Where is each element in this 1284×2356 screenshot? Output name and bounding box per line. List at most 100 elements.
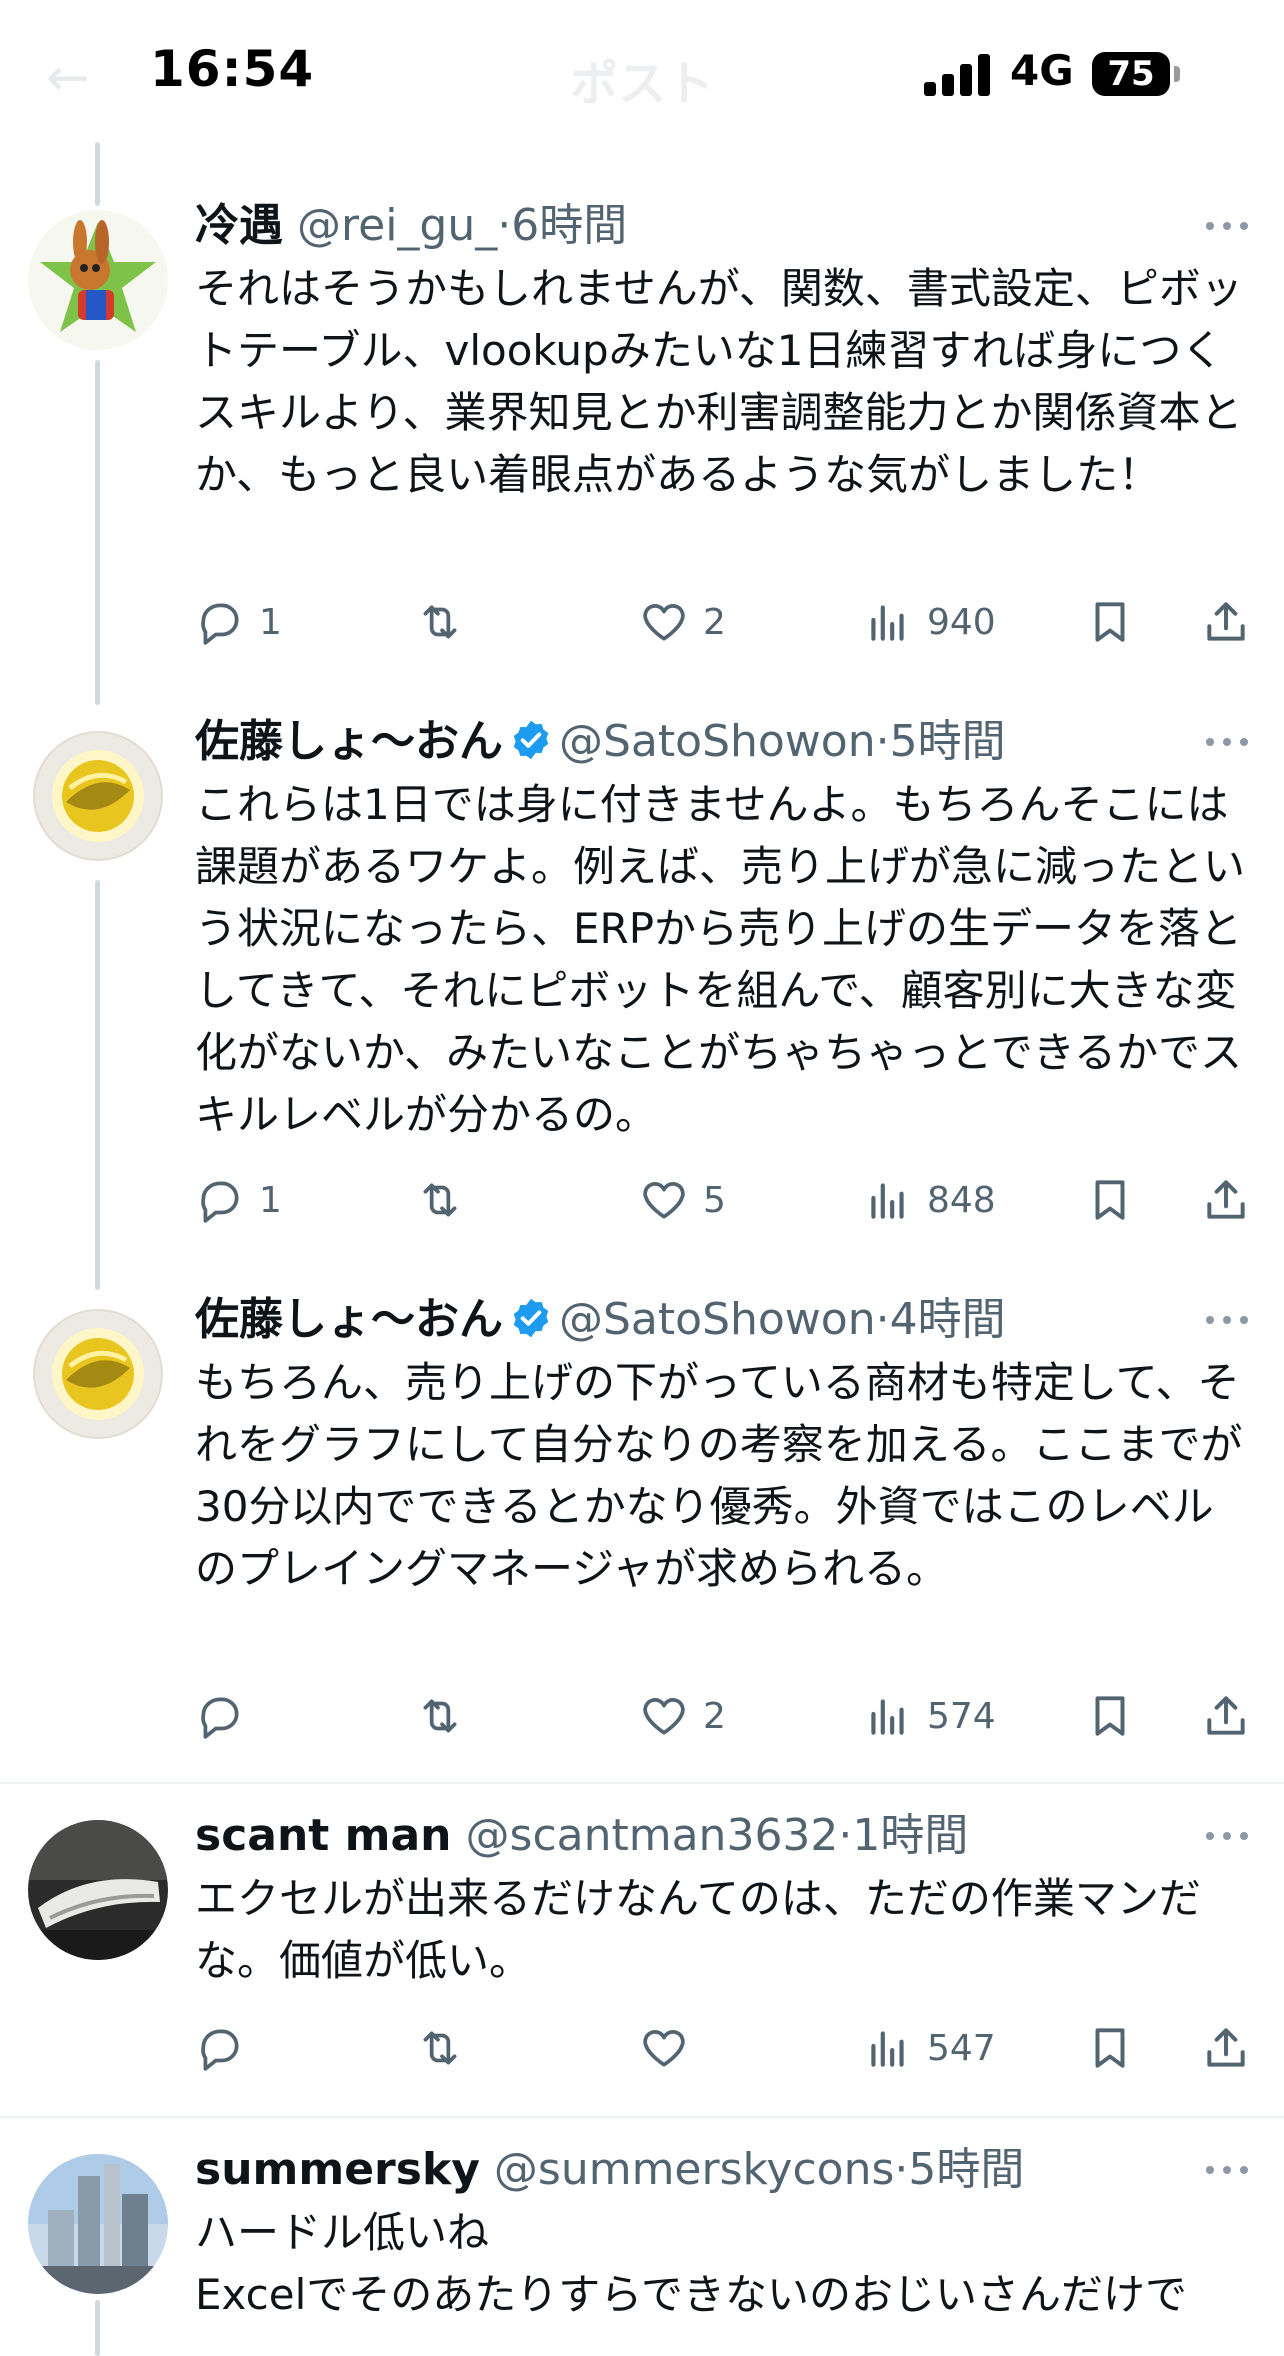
author-name[interactable]: summersky: [195, 2144, 480, 2195]
retweet-icon: [423, 2031, 457, 2065]
separator-dot: ·: [875, 1294, 890, 1345]
thread-line: [95, 142, 100, 206]
reply-count: 1: [259, 601, 282, 643]
divider: [0, 2116, 1284, 2118]
separator-dot: ·: [838, 1810, 853, 1861]
tweet-text: これらは1日では身に付きませんよ。もちろんそこには課題があるワケよ。例えば、売り…: [195, 780, 1246, 1139]
bookmark-icon: [1095, 1696, 1125, 1736]
views-button[interactable]: 574: [863, 1686, 996, 1746]
share-button[interactable]: [1201, 1686, 1251, 1746]
reply-count: 1: [259, 1179, 282, 1221]
more-icon[interactable]: [1202, 2160, 1252, 2180]
like-icon: [643, 604, 685, 641]
tweet-header: 佐藤しょ〜おん @SatoShowon·5時間: [195, 712, 1006, 772]
like-icon: [643, 2030, 685, 2067]
retweet-icon: [423, 1183, 457, 1217]
avatar[interactable]: [28, 210, 168, 350]
thread-line: [95, 360, 100, 705]
bookmark-button[interactable]: [1085, 1686, 1135, 1746]
views-icon: [871, 2031, 904, 2067]
views-button[interactable]: 547: [863, 2018, 996, 2078]
views-icon: [871, 1699, 904, 1735]
verified-badge-icon: [513, 1298, 549, 1338]
like-count: 2: [703, 1695, 726, 1737]
more-icon[interactable]: [1202, 216, 1252, 236]
view-count: 574: [927, 1695, 996, 1737]
reply-icon: [201, 1181, 239, 1223]
views-button[interactable]: 940: [863, 592, 996, 652]
reply-button[interactable]: 1: [195, 592, 282, 652]
more-icon[interactable]: [1202, 732, 1252, 752]
status-time: 16:54: [150, 40, 315, 98]
author-name[interactable]: 冷遇: [195, 200, 283, 251]
author-handle[interactable]: @SatoShowon: [559, 716, 876, 767]
share-icon: [1207, 1696, 1245, 1735]
author-name[interactable]: scant man: [195, 1810, 452, 1861]
reply-icon: [201, 1697, 239, 1739]
avatar[interactable]: [28, 726, 168, 866]
separator-dot: ·: [497, 200, 512, 251]
bookmark-button[interactable]: [1085, 1170, 1135, 1230]
reply-button[interactable]: [195, 2018, 259, 2078]
action-bar: 1 2 940: [195, 592, 1255, 652]
retweet-button[interactable]: [415, 2018, 479, 2078]
reply-button[interactable]: 1: [195, 1170, 282, 1230]
like-icon: [643, 1698, 685, 1735]
author-handle[interactable]: @scantman3632: [466, 1810, 839, 1861]
post-time[interactable]: 5時間: [890, 716, 1006, 767]
like-button[interactable]: 2: [639, 592, 726, 652]
post-time[interactable]: 1時間: [852, 1810, 968, 1861]
like-count: 5: [703, 1179, 726, 1221]
action-bar: 2 574: [195, 1686, 1255, 1746]
author-handle[interactable]: @summerskycons: [494, 2144, 895, 2195]
author-handle[interactable]: @SatoShowon: [559, 1294, 876, 1345]
like-button[interactable]: [639, 2018, 703, 2078]
views-icon: [871, 1183, 904, 1219]
share-button[interactable]: [1201, 2018, 1251, 2078]
tweet-text: それはそうかもしれませんが、関数、書式設定、ピボットテーブル、vlookupみた…: [195, 264, 1243, 499]
retweet-button[interactable]: [415, 592, 479, 652]
more-icon[interactable]: [1202, 1310, 1252, 1330]
avatar[interactable]: [28, 1304, 168, 1444]
like-button[interactable]: 5: [639, 1170, 726, 1230]
retweet-button[interactable]: [415, 1170, 479, 1230]
retweet-icon: [423, 1699, 457, 1733]
share-button[interactable]: [1201, 1170, 1251, 1230]
avatar[interactable]: [28, 2154, 168, 2294]
like-count: 2: [703, 601, 726, 643]
more-icon[interactable]: [1202, 1826, 1252, 1846]
tweet-text: エクセルが出来るだけなんてのは、ただの作業マンだな。価値が低い。: [195, 1874, 1201, 1985]
bookmark-button[interactable]: [1085, 592, 1135, 652]
retweet-icon: [423, 605, 457, 639]
post-time[interactable]: 6時間: [511, 200, 627, 251]
retweet-button[interactable]: [415, 1686, 479, 1746]
share-button[interactable]: [1201, 592, 1251, 652]
tweet-header: summersky @summerskycons·5時間: [195, 2140, 1024, 2200]
avatar[interactable]: [28, 1820, 168, 1960]
view-count: 547: [927, 2027, 996, 2069]
status-bar: ← ポスト 16:54 4G 75: [0, 0, 1284, 142]
post-time[interactable]: 4時間: [890, 1294, 1006, 1345]
bookmark-button[interactable]: [1085, 2018, 1135, 2078]
separator-dot: ·: [894, 2144, 909, 2195]
author-name[interactable]: 佐藤しょ〜おん: [195, 716, 503, 767]
views-button[interactable]: 848: [863, 1170, 996, 1230]
reply-button[interactable]: [195, 1686, 259, 1746]
action-bar: 547: [195, 2018, 1255, 2078]
author-handle[interactable]: @rei_gu_: [297, 200, 497, 251]
author-name[interactable]: 佐藤しょ〜おん: [195, 1294, 503, 1345]
reply-icon: [201, 2029, 239, 2071]
tweet-text: ハードル低いね Excelでそのあたりすらできないのおじいさんだけで: [195, 2208, 1187, 2319]
post-time[interactable]: 5時間: [908, 2144, 1024, 2195]
like-icon: [643, 1182, 685, 1219]
share-icon: [1207, 1180, 1245, 1219]
bookmark-icon: [1095, 2028, 1125, 2068]
like-button[interactable]: 2: [639, 1686, 726, 1746]
separator-dot: ·: [875, 716, 890, 767]
reply-icon: [201, 603, 239, 645]
view-count: 848: [927, 1179, 996, 1221]
views-icon: [871, 605, 904, 641]
bookmark-icon: [1095, 602, 1125, 642]
tweet-header: 佐藤しょ〜おん @SatoShowon·4時間: [195, 1290, 1006, 1350]
thread-line: [95, 2300, 100, 2356]
